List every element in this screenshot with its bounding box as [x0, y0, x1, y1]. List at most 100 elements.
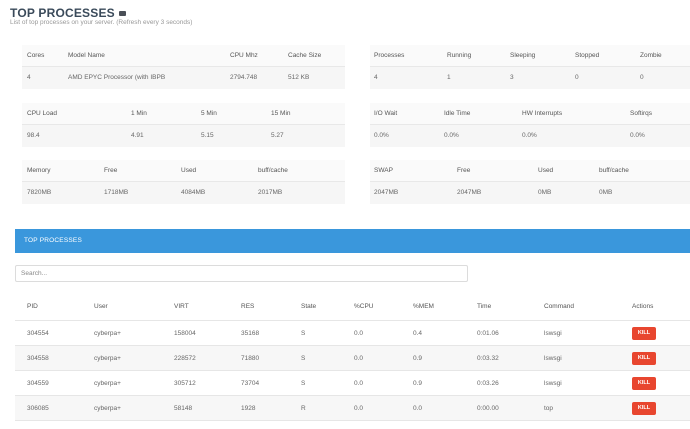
cell-command: lswsgi	[544, 330, 562, 337]
column-header-pid: PID	[27, 303, 38, 310]
io-stats-header: I/O Wait	[374, 110, 398, 117]
memory-panel: Memory Free Used buff/cache 7820MB 1718M…	[22, 160, 345, 204]
cell-user: cyberpa+	[94, 355, 121, 362]
column-header-res: RES	[241, 303, 255, 310]
cpu-load-header: 5 Min	[201, 110, 217, 117]
process-table: PID User VIRT RES State %CPU %MEM Time C…	[15, 296, 690, 421]
swap-header: Used	[538, 167, 554, 174]
table-row: 306085 cyberpa+ 58148 1928 R 0.0 0.0 0:0…	[15, 396, 690, 421]
cell-time: 0:03.26	[477, 380, 499, 387]
swap-value: 2047MB	[457, 189, 482, 196]
cpu-info-value: 4	[27, 74, 31, 81]
process-counts-header: Sleeping	[510, 52, 536, 59]
cell-virt: 228572	[174, 355, 196, 362]
cell-pid: 306085	[27, 405, 49, 412]
cpu-info-value: AMD EPYC Processor (with IBPB	[68, 74, 166, 81]
process-counts-header: Running	[447, 52, 472, 59]
page-subtitle: List of top processes on your server. (R…	[10, 19, 193, 26]
io-stats-value: 0.0%	[630, 132, 645, 139]
cell-res: 71880	[241, 355, 260, 362]
swap-header-row: SWAP Free Used buff/cache	[370, 160, 690, 182]
cell-virt: 158004	[174, 330, 196, 337]
swap-header: SWAP	[374, 167, 393, 174]
cpu-info-value-row: 4 AMD EPYC Processor (with IBPB 2794.748…	[22, 67, 345, 89]
table-row: 304554 cyberpa+ 158004 35168 S 0.0 0.4 0…	[15, 321, 690, 346]
cell-time: 0:01.06	[477, 330, 499, 337]
process-counts-value-row: 4 1 3 0 0	[370, 67, 690, 89]
memory-value: 2017MB	[258, 189, 283, 196]
process-counts-value: 4	[374, 74, 378, 81]
cell-res: 73704	[241, 380, 260, 387]
cell-command: lswsgi	[544, 380, 562, 387]
cell-mem: 0.9	[413, 355, 423, 362]
io-stats-header-row: I/O Wait Idle Time HW Interrupts Softirq…	[370, 103, 690, 125]
memory-value: 1718MB	[104, 189, 129, 196]
kill-button[interactable]: KILL	[632, 402, 656, 415]
kill-button[interactable]: KILL	[632, 327, 656, 340]
cell-time: 0:00.00	[477, 405, 499, 412]
cpu-info-header: Cache Size	[288, 52, 322, 59]
cell-state: S	[301, 355, 306, 362]
memory-header: Free	[104, 167, 118, 174]
column-header-command: Command	[544, 303, 574, 310]
column-header-virt: VIRT	[174, 303, 189, 310]
kill-button[interactable]: KILL	[632, 377, 656, 390]
process-table-header-row: PID User VIRT RES State %CPU %MEM Time C…	[15, 296, 690, 321]
cpu-info-header: Cores	[27, 52, 45, 59]
memory-header: Used	[181, 167, 197, 174]
swap-header: buff/cache	[599, 167, 629, 174]
title-badge	[118, 11, 126, 17]
cell-command: top	[544, 405, 554, 412]
cell-state: S	[301, 380, 306, 387]
cell-pid: 304554	[27, 330, 49, 337]
io-stats-header: Idle Time	[444, 110, 471, 117]
cell-user: cyberpa+	[94, 405, 121, 412]
swap-value: 2047MB	[374, 189, 399, 196]
cell-pid: 304559	[27, 380, 49, 387]
io-stats-header: Softirqs	[630, 110, 653, 117]
process-counts-value: 1	[447, 74, 451, 81]
cell-pid: 304558	[27, 355, 49, 362]
memory-header-row: Memory Free Used buff/cache	[22, 160, 345, 182]
cell-mem: 0.0	[413, 405, 423, 412]
process-counts-value: 3	[510, 74, 514, 81]
io-stats-value: 0.0%	[522, 132, 537, 139]
cell-mem: 0.9	[413, 380, 423, 387]
cpu-load-header: 15 Min	[271, 110, 291, 117]
process-counts-panel: Processes Running Sleeping Stopped Zombi…	[370, 45, 690, 89]
process-counts-header: Stopped	[575, 52, 600, 59]
cpu-load-value: 4.91	[131, 132, 144, 139]
column-header-user: User	[94, 303, 108, 310]
swap-value: 0MB	[538, 189, 552, 196]
process-counts-header: Processes	[374, 52, 405, 59]
cpu-info-value: 512 KB	[288, 74, 310, 81]
io-stats-panel: I/O Wait Idle Time HW Interrupts Softirq…	[370, 103, 690, 147]
search-input[interactable]	[15, 265, 468, 282]
swap-panel: SWAP Free Used buff/cache 2047MB 2047MB …	[370, 160, 690, 204]
cell-virt: 305712	[174, 380, 196, 387]
swap-header: Free	[457, 167, 471, 174]
kill-button[interactable]: KILL	[632, 352, 656, 365]
memory-header: buff/cache	[258, 167, 288, 174]
cell-mem: 0.4	[413, 330, 423, 337]
cell-time: 0:03.32	[477, 355, 499, 362]
cpu-load-value: 5.27	[271, 132, 284, 139]
process-counts-header-row: Processes Running Sleeping Stopped Zombi…	[370, 45, 690, 67]
cpu-load-value: 98.4	[27, 132, 40, 139]
column-header-mem: %MEM	[413, 303, 434, 310]
memory-header: Memory	[27, 167, 51, 174]
cpu-load-panel: CPU Load 1 Min 5 Min 15 Min 98.4 4.91 5.…	[22, 103, 345, 147]
cell-command: lswsgi	[544, 355, 562, 362]
cpu-load-header-row: CPU Load 1 Min 5 Min 15 Min	[22, 103, 345, 125]
io-stats-value: 0.0%	[374, 132, 389, 139]
io-stats-value-row: 0.0% 0.0% 0.0% 0.0%	[370, 125, 690, 147]
cpu-load-header: CPU Load	[27, 110, 57, 117]
column-header-time: Time	[477, 303, 492, 310]
cpu-info-header: Model Name	[68, 52, 105, 59]
swap-value-row: 2047MB 2047MB 0MB 0MB	[370, 182, 690, 204]
io-stats-value: 0.0%	[444, 132, 459, 139]
cpu-load-value: 5.15	[201, 132, 214, 139]
process-counts-value: 0	[640, 74, 644, 81]
cell-cpu: 0.0	[354, 380, 364, 387]
table-row: 304558 cyberpa+ 228572 71880 S 0.0 0.9 0…	[15, 346, 690, 371]
